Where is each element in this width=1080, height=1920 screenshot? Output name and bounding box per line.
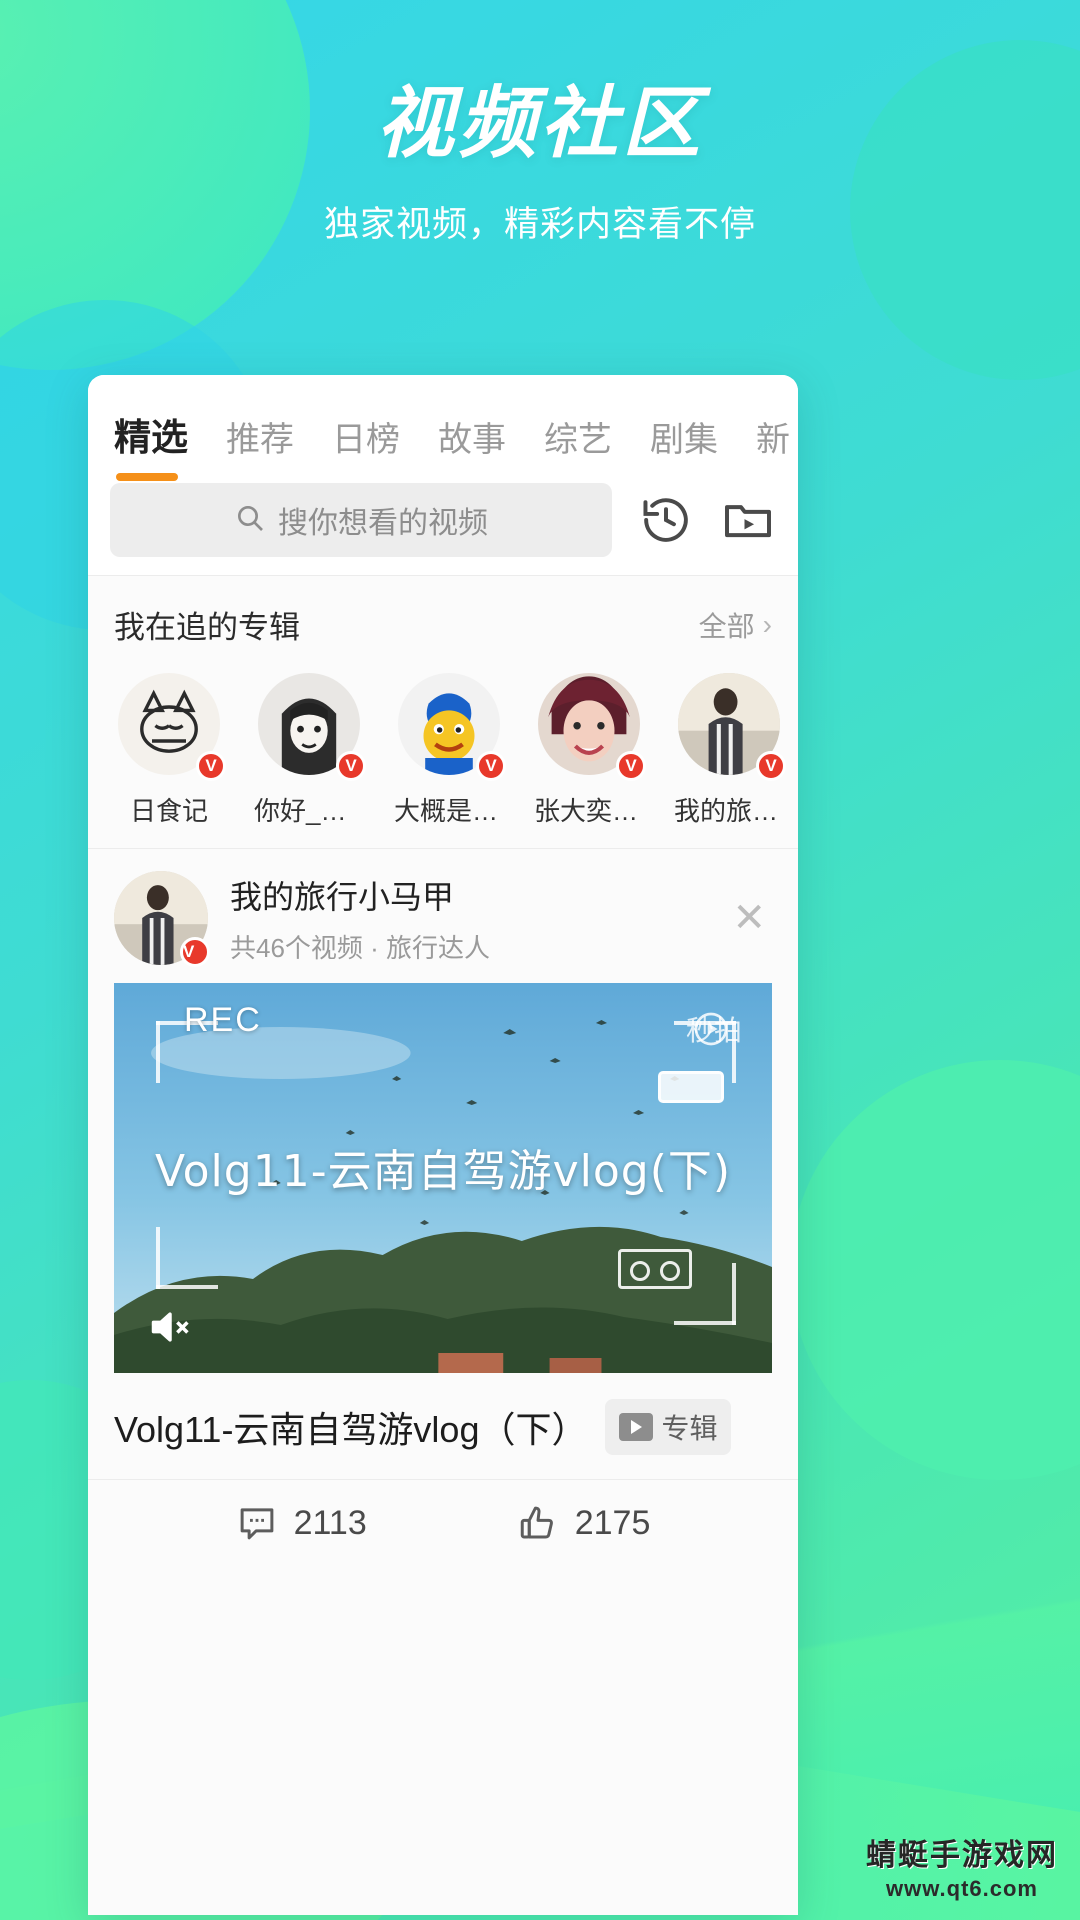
video-watermark: 秒拍 xyxy=(680,1009,742,1049)
close-icon[interactable]: ✕ xyxy=(726,895,772,941)
tab-juji[interactable]: 剧集 xyxy=(650,412,718,467)
watermark-url: www.qt6.com xyxy=(886,1876,1038,1901)
following-all-link[interactable]: 全部 › xyxy=(699,605,772,645)
verified-badge: V xyxy=(336,751,366,781)
tab-tuijian[interactable]: 推荐 xyxy=(226,412,294,467)
tab-gushi[interactable]: 故事 xyxy=(438,412,506,467)
rec-frame-corner-bl xyxy=(156,1213,246,1289)
video-folder-icon[interactable] xyxy=(720,492,776,548)
thumbs-up-icon xyxy=(517,1502,559,1544)
like-count: 2175 xyxy=(574,1503,651,1542)
following-header: 我在追的专辑 全部 › xyxy=(88,576,798,657)
search-row: 搜你想看的视频 xyxy=(88,467,798,575)
video-title[interactable]: Volg11-云南自驾游vlog（下） xyxy=(114,1401,587,1453)
list-item-label: 张大奕eve xyxy=(534,796,644,826)
list-item[interactable]: V 你好_竹子 xyxy=(254,669,366,828)
comment-stat[interactable]: 2113 xyxy=(236,1502,367,1544)
rec-label: REC xyxy=(184,1001,262,1039)
list-item[interactable]: V 张大奕eve xyxy=(534,669,646,828)
decor-blob-4 xyxy=(790,1060,1080,1480)
tab-bar: 精选 推荐 日榜 故事 综艺 剧集 新 xyxy=(88,375,798,481)
history-clock-icon[interactable] xyxy=(638,492,694,548)
search-placeholder: 搜你想看的视频 xyxy=(278,507,488,540)
following-avatars-list[interactable]: V 日食记 V 你好_竹子 V 大概是井 V 张大奕eve V 我的旅行 xyxy=(88,657,798,848)
watermark-name: 蜻蜓手游戏网 xyxy=(866,1839,1058,1872)
tab-ribang[interactable]: 日榜 xyxy=(332,412,400,467)
app-preview-card: 精选 推荐 日榜 故事 综艺 剧集 新 搜你想看的视频 我在追的专辑 全部 › … xyxy=(88,375,798,1915)
video-stats-row: 2113 2175 xyxy=(88,1479,798,1566)
avatar[interactable]: V xyxy=(674,669,786,781)
page-title: 视频社区 xyxy=(375,79,704,169)
mute-speaker-icon[interactable] xyxy=(142,1305,198,1349)
video-overlay-title: Volg11-云南自驾游vlog(下) xyxy=(154,1146,732,1197)
author-meta: 我的旅行小马甲 共46个视频 · 旅行达人 xyxy=(230,872,726,965)
video-title-row: Volg11-云南自驾游vlog（下） 专辑 xyxy=(88,1373,798,1479)
site-watermark: 蜻蜓手游戏网 www.qt6.com xyxy=(866,1830,1058,1902)
author-submeta: 共46个视频 · 旅行达人 xyxy=(230,932,491,963)
comment-icon xyxy=(236,1502,278,1544)
search-input[interactable]: 搜你想看的视频 xyxy=(110,483,612,557)
tab-xin[interactable]: 新 xyxy=(756,412,790,467)
author-row: V 我的旅行小马甲 共46个视频 · 旅行达人 ✕ xyxy=(88,849,798,983)
like-stat[interactable]: 2175 xyxy=(517,1502,651,1544)
verified-badge: V xyxy=(476,751,506,781)
page-subtitle: 独家视频，精彩内容看不停 xyxy=(323,205,756,245)
play-video-icon xyxy=(619,1413,654,1441)
list-item[interactable]: V 日食记 xyxy=(114,669,226,828)
album-badge-label: 专辑 xyxy=(661,1413,718,1444)
avatar[interactable]: V xyxy=(534,669,646,781)
chevron-right-icon: › xyxy=(762,608,772,640)
verified-badge: V xyxy=(616,751,646,781)
album-badge[interactable]: 专辑 xyxy=(605,1399,732,1455)
comment-count: 2113 xyxy=(293,1503,367,1542)
verified-badge: V xyxy=(180,937,210,967)
tab-jingxuan[interactable]: 精选 xyxy=(114,407,188,481)
avatar[interactable]: V xyxy=(114,871,210,967)
tab-zongyi[interactable]: 综艺 xyxy=(544,412,612,467)
list-item[interactable]: V 大概是井越 xyxy=(394,669,506,828)
list-item-label: 大概是井越 xyxy=(394,796,504,826)
video-thumbnail[interactable]: REC 秒拍 Volg11-云南自驾游vlog(下) xyxy=(114,983,772,1373)
avatar[interactable]: V xyxy=(114,669,226,781)
list-item-label: 我的旅行… xyxy=(674,796,784,826)
avatar[interactable]: V xyxy=(254,669,366,781)
following-all-label: 全部 xyxy=(698,610,755,642)
search-icon xyxy=(234,502,266,539)
tape-reel-icon xyxy=(618,1249,692,1289)
list-item-label: 日食记 xyxy=(129,796,208,826)
avatar[interactable]: V xyxy=(394,669,506,781)
verified-badge: V xyxy=(756,751,786,781)
battery-icon xyxy=(658,1071,724,1103)
author-name: 我的旅行小马甲 xyxy=(230,878,455,915)
hero-section: 视频社区 独家视频，精彩内容看不停 xyxy=(0,78,1080,247)
list-item-label: 你好_竹子 xyxy=(254,796,364,826)
following-title: 我在追的专辑 xyxy=(114,610,300,645)
verified-badge: V xyxy=(196,751,226,781)
list-item[interactable]: V 我的旅行… xyxy=(674,669,786,828)
